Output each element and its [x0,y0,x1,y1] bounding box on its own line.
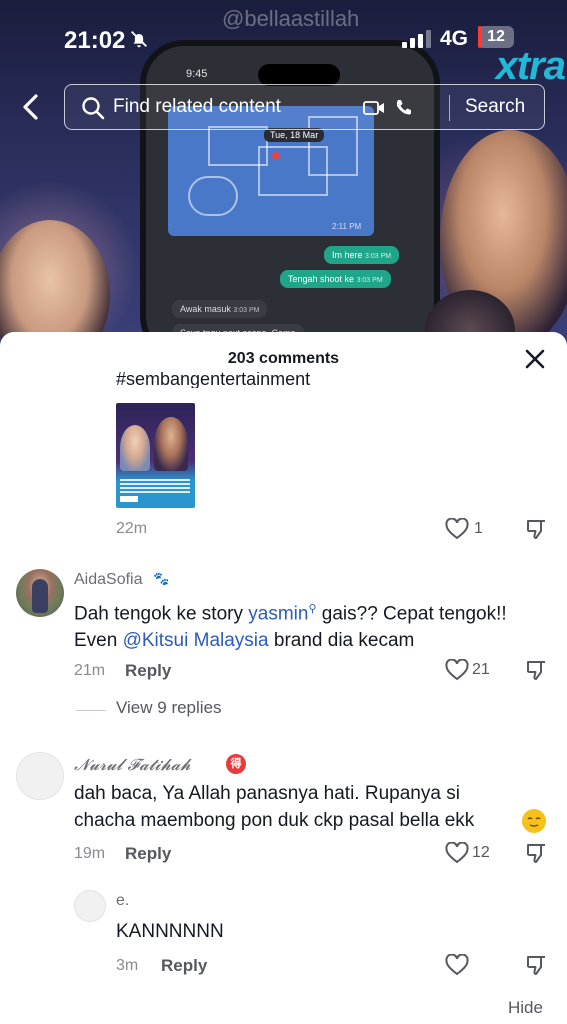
thumbnail-person [120,425,150,471]
battery-indicator: 12 [478,26,514,48]
heart-icon[interactable] [445,954,469,976]
thumbs-down-icon[interactable] [525,518,547,540]
reply-button[interactable]: Reply [125,844,171,864]
search-bar[interactable]: Find related content Search [64,84,545,130]
mention-link[interactable]: yasmin [248,603,308,624]
search-icon [82,97,105,120]
comment-time: 3m [116,957,139,974]
comments-sheet: 203 comments #sembangentertainment 22m 1… [0,332,567,1024]
chat-text: Im here [332,250,363,260]
chat-bubble-out: Tengah shoot ke 3:03 PM [280,270,391,288]
thumbs-down-icon[interactable] [525,954,547,976]
comment-text-part: brand dia kecam [268,630,415,652]
battery-level: 12 [487,28,505,45]
like-count: 12 [472,844,490,861]
avatar-figure [32,579,48,613]
map-date: Tue, 18 Mar [264,128,325,142]
chat-text: Tengah shoot ke [288,274,355,284]
network-type: 4G [440,27,469,50]
phone-icon [396,100,411,115]
chat-bubble-in: Awak masuk 3:03 PM [172,300,268,318]
comment-username[interactable]: AidaSofia [74,571,143,589]
search-button[interactable]: Search [465,96,525,118]
like-count: 1 [474,520,483,537]
reply-button[interactable]: Reply [125,661,171,681]
comment-time: 21m [74,662,106,679]
map-pin-icon [272,152,280,160]
reply-button[interactable]: Reply [161,956,207,976]
replies-divider [76,710,106,711]
search-icon: ⚲ [308,603,317,615]
thumbnail-badge [120,496,138,502]
heart-icon[interactable] [445,842,469,864]
heart-icon[interactable] [445,659,469,681]
cell-signal-icon [402,30,431,48]
comment-text-part: Dah tengok ke story [74,603,249,625]
bell-off-icon [131,31,147,48]
emoji-face [527,817,541,827]
close-icon[interactable] [524,348,546,370]
chat-bubble-out: Im here 3:03 PM [324,246,400,264]
thumbs-down-icon[interactable] [525,659,547,681]
video-thumbnail[interactable] [116,403,195,508]
thumbnail-person [154,417,188,471]
hashtag-link[interactable]: #sembangentertainment [116,372,310,388]
like-count: 21 [472,661,490,678]
comment-time: 22m [116,520,148,537]
hide-replies-button[interactable]: Hide [508,998,543,1018]
battery-fill [478,26,483,48]
avatar[interactable] [16,569,64,617]
comment-time: 19m [74,845,106,862]
view-replies-label: View 9 replies [116,698,222,717]
user-badge: 得 [226,754,246,774]
comment-text: dah baca, Ya Allah panasnya hati. Rupany… [74,783,475,831]
heart-icon[interactable] [445,518,469,540]
avatar[interactable] [16,752,64,800]
video-camera-icon [363,101,384,115]
comment-text: Dah tengok ke story yasmin⚲ gais?? Cepat… [74,596,544,654]
status-bar: 21:02 4G 12 [0,0,567,72]
map-time: 2:11 PM [332,222,362,231]
chat-time: 3:03 PM [365,253,392,260]
comment-username[interactable]: e. [116,892,129,910]
chat-time: 3:03 PM [233,307,260,314]
map-road [188,176,238,216]
comments-count-title: 203 comments [227,350,340,367]
chevron-left-icon[interactable] [18,92,44,122]
thumbs-down-icon[interactable] [525,842,547,864]
status-time: 21:02 [64,27,126,54]
comment-text: KANNNNNN [116,921,224,942]
relieved-face-emoji [522,809,546,833]
chat-text: Awak masuk [180,304,231,314]
comment-username[interactable]: 𝓝𝓾𝓻𝓾𝓵 𝓕𝓪𝓽𝓲𝓱𝓪𝓱 [74,755,191,775]
avatar[interactable] [74,890,106,922]
mention-link[interactable]: @Kitsui Malaysia [123,630,269,651]
thumbnail-caption [120,479,190,495]
paw-icon: 🐾 [153,571,170,586]
search-divider [449,95,450,121]
chat-time: 3:03 PM [356,277,383,284]
search-input[interactable]: Find related content [113,96,281,118]
